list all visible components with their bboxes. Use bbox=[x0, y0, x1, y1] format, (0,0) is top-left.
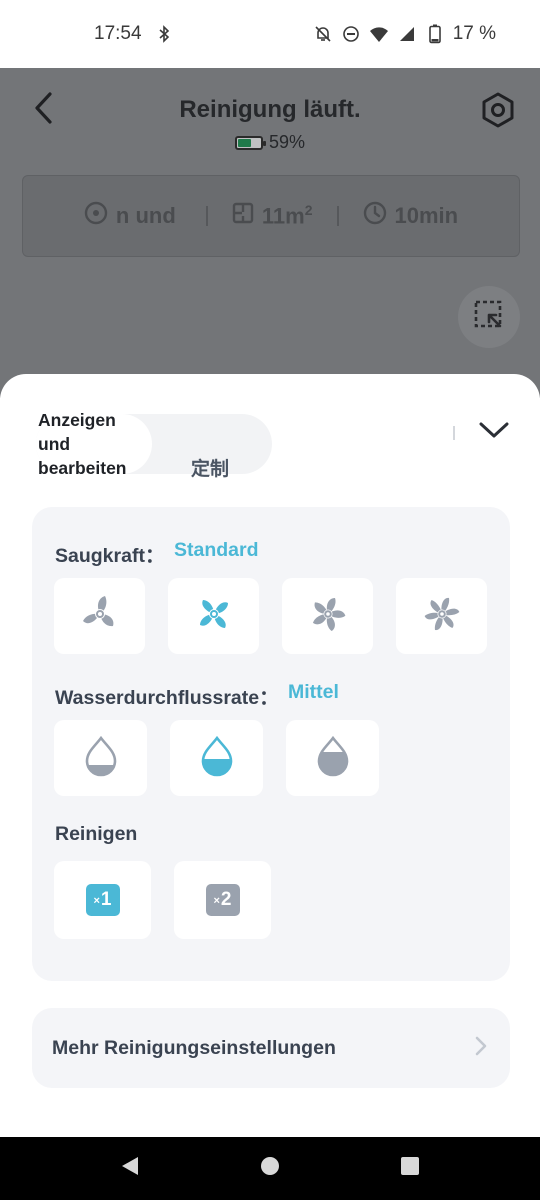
nav-home-button[interactable] bbox=[250, 1149, 290, 1189]
cleaning-options-panel: Saugkraft： Standard Wasserdurchflussrate… bbox=[32, 507, 510, 981]
status-bar: 17:54 17 % bbox=[0, 0, 540, 68]
nav-home-icon bbox=[259, 1155, 281, 1182]
notifications-off-icon bbox=[313, 24, 333, 44]
fan-standard-icon bbox=[192, 592, 236, 641]
water-low-icon bbox=[81, 734, 121, 783]
info-area: 11m2 bbox=[232, 202, 313, 230]
suction-label: Saugkraft： bbox=[55, 545, 165, 567]
chevron-down-icon bbox=[478, 420, 510, 445]
passes-1-badge: × 1 bbox=[85, 884, 120, 916]
do-not-disturb-icon bbox=[341, 24, 361, 44]
battery-percent: 17 % bbox=[452, 23, 496, 44]
water-high-icon bbox=[313, 734, 353, 783]
battery-fill bbox=[237, 138, 251, 147]
chevron-right-icon bbox=[474, 1035, 488, 1062]
cleaning-mode-text: n und \ bbox=[115, 203, 182, 228]
suction-option-max[interactable] bbox=[396, 578, 487, 654]
cleaned-area: 11m2 bbox=[262, 202, 313, 229]
signal-icon bbox=[397, 24, 417, 44]
segment-view-edit-label: Anzeigen und bearbeiten bbox=[38, 410, 127, 478]
nav-recents-icon bbox=[399, 1155, 421, 1182]
fan-max-icon bbox=[420, 592, 464, 641]
robot-battery-label: 59% bbox=[268, 132, 306, 152]
cleaning-info-card: n und \ 11m2 10min bbox=[22, 175, 520, 257]
area-value: 11m bbox=[261, 203, 305, 229]
divider bbox=[336, 206, 339, 226]
passes-2-badge: × 2 bbox=[205, 884, 240, 916]
suction-value: Standard bbox=[174, 539, 259, 561]
area-unit-sup: 2 bbox=[304, 202, 313, 219]
water-option-low[interactable] bbox=[54, 720, 147, 796]
suction-option-standard[interactable] bbox=[168, 578, 259, 654]
info-mode: n und \ bbox=[84, 201, 182, 231]
divider bbox=[453, 426, 455, 440]
select-area-icon bbox=[473, 299, 505, 336]
map-edit-button[interactable] bbox=[458, 286, 520, 348]
clean-passes-option-1[interactable]: × 1 bbox=[54, 861, 151, 939]
nav-back-button[interactable] bbox=[110, 1149, 150, 1189]
settings-hex-icon bbox=[479, 91, 517, 134]
wifi-icon bbox=[369, 24, 389, 44]
segment-custom[interactable]: 定制 bbox=[170, 454, 250, 481]
target-icon bbox=[84, 201, 108, 231]
settings-button[interactable] bbox=[478, 92, 518, 132]
badge-value: 1 bbox=[100, 889, 112, 910]
bluetooth-icon bbox=[154, 24, 174, 44]
water-medium-icon bbox=[197, 734, 237, 783]
robot-battery-icon bbox=[234, 135, 266, 150]
water-flow-label: Wasserdurchflussrate： bbox=[55, 687, 279, 709]
suction-option-strong[interactable] bbox=[282, 578, 373, 654]
nav-back-icon bbox=[119, 1155, 141, 1182]
fan-strong-icon bbox=[306, 592, 350, 641]
badge-prefix: × bbox=[93, 895, 100, 907]
more-cleaning-settings-row[interactable]: Mehr Reinigungseinstellungen bbox=[32, 1008, 510, 1088]
header: Reinigung läuft. 59% bbox=[0, 68, 540, 168]
cleaning-screen-background: Reinigung läuft. 59% n und \ 11m2 10min bbox=[0, 68, 540, 398]
battery-icon bbox=[425, 24, 445, 44]
badge-value: 2 bbox=[220, 889, 232, 910]
robot-battery: 59% bbox=[0, 132, 540, 153]
nav-recents-button[interactable] bbox=[390, 1149, 430, 1189]
suction-option-quiet[interactable] bbox=[54, 578, 145, 654]
clock: 17:54 bbox=[94, 23, 142, 44]
water-option-high[interactable] bbox=[286, 720, 379, 796]
collapse-sheet-button[interactable] bbox=[474, 414, 514, 450]
water-flow-value: Mittel bbox=[288, 681, 339, 703]
divider bbox=[205, 206, 208, 226]
page-title: Reinigung läuft. bbox=[179, 96, 361, 123]
water-option-medium[interactable] bbox=[170, 720, 263, 796]
area-icon bbox=[232, 202, 254, 230]
more-cleaning-settings-label: Mehr Reinigungseinstellungen bbox=[52, 1036, 336, 1059]
cleaning-time: 10min bbox=[394, 203, 459, 228]
clock-icon bbox=[363, 201, 387, 231]
system-nav-bar bbox=[0, 1137, 540, 1200]
info-time: 10min bbox=[363, 201, 459, 231]
clean-passes-option-2[interactable]: × 2 bbox=[174, 861, 271, 939]
badge-prefix: × bbox=[213, 895, 220, 907]
clean-passes-label: Reinigen bbox=[55, 823, 138, 845]
fan-quiet-icon bbox=[78, 592, 122, 641]
cleaning-settings-sheet: 定制 Anzeigen und bearbeiten Saugkraft： St… bbox=[0, 374, 540, 1137]
